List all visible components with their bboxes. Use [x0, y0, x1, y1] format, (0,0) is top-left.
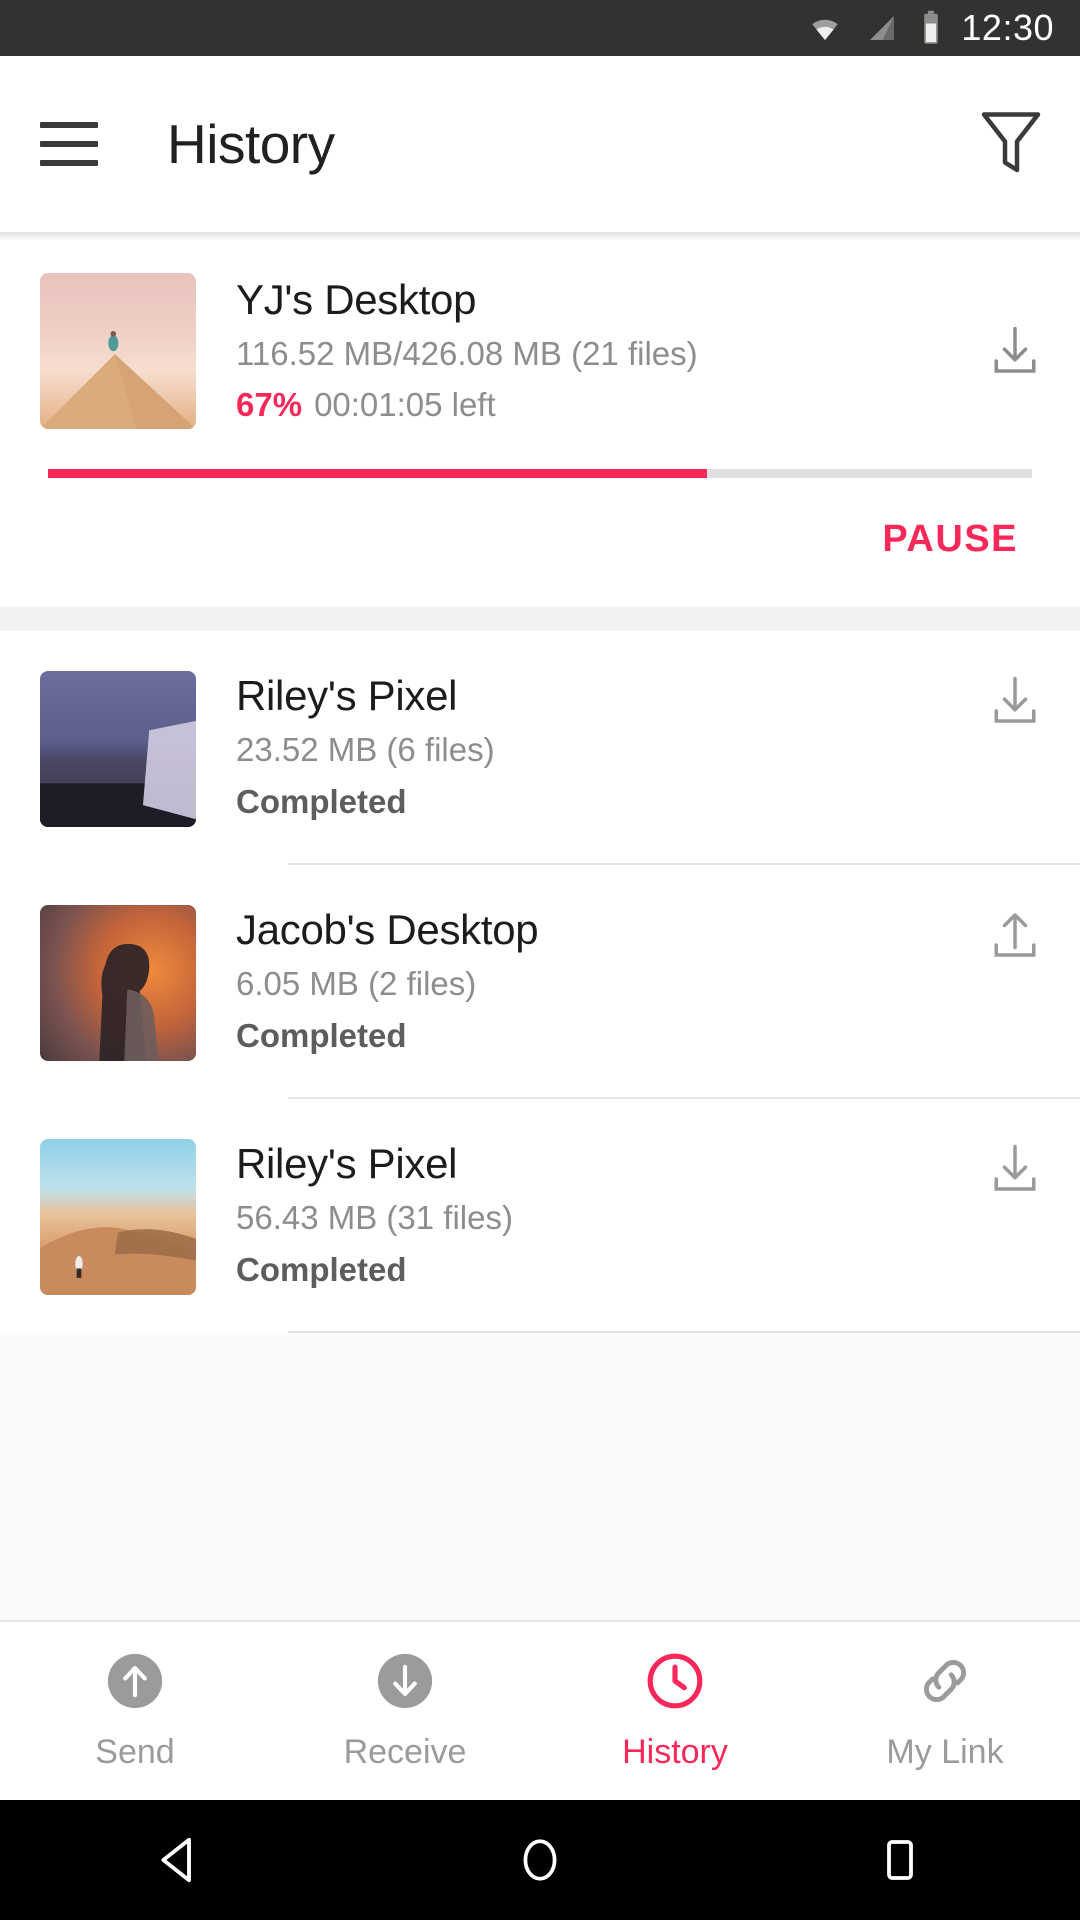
- status-bar: 12:30: [0, 0, 1080, 56]
- recents-square-icon[interactable]: [810, 1836, 990, 1884]
- download-circle-icon: [374, 1650, 436, 1717]
- clock-icon: [644, 1650, 706, 1717]
- nav-item-receive[interactable]: Receive: [270, 1622, 540, 1800]
- nav-label: History: [622, 1733, 728, 1771]
- transfer-info: Riley's Pixel 56.43 MB (31 files) Comple…: [196, 1139, 950, 1289]
- transfer-thumbnail: [40, 905, 196, 1061]
- app-screen: 12:30 History YJ's Desktop 116.52 MB/426…: [0, 0, 1080, 1920]
- transfer-info: Riley's Pixel 23.52 MB (6 files) Complet…: [196, 671, 950, 821]
- active-transfer-card[interactable]: YJ's Desktop 116.52 MB/426.08 MB (21 fil…: [0, 240, 1080, 607]
- transfer-direction-upload-icon[interactable]: [950, 905, 1080, 965]
- page-title: History: [167, 113, 335, 175]
- transfer-direction-download-icon[interactable]: [950, 1139, 1080, 1199]
- list-item[interactable]: Riley's Pixel 23.52 MB (6 files) Complet…: [0, 631, 1080, 865]
- status-bar-clock: 12:30: [961, 7, 1054, 48]
- transfer-status: Completed: [236, 1016, 407, 1054]
- transfer-direction-download-icon[interactable]: [950, 671, 1080, 731]
- wifi-icon: [805, 12, 845, 44]
- transfer-progress-bar: [48, 469, 1032, 478]
- section-divider: [0, 607, 1080, 631]
- active-transfer-actions: PAUSE: [0, 478, 1080, 607]
- transfer-size: 116.52 MB/426.08 MB (21 files): [236, 335, 698, 373]
- app-bar-shadow: [0, 232, 1080, 240]
- nav-label: Receive: [343, 1733, 467, 1771]
- link-icon: [914, 1650, 976, 1717]
- android-system-nav: [0, 1800, 1080, 1920]
- transfer-size: 56.43 MB (31 files): [236, 1199, 513, 1237]
- app-bar: History: [0, 56, 1080, 232]
- transfer-size: 6.05 MB (2 files): [236, 965, 477, 1003]
- nav-item-send[interactable]: Send: [0, 1622, 270, 1800]
- filter-icon[interactable]: [978, 106, 1044, 183]
- transfer-title: Jacob's Desktop: [236, 906, 539, 953]
- transfer-title: Riley's Pixel: [236, 672, 458, 719]
- home-circle-icon[interactable]: [450, 1835, 630, 1885]
- upload-circle-icon: [104, 1650, 166, 1717]
- transfer-thumbnail: [40, 1139, 196, 1295]
- transfer-status: Completed: [236, 782, 407, 820]
- back-triangle-icon[interactable]: [90, 1833, 270, 1887]
- hamburger-menu-icon[interactable]: [40, 122, 98, 166]
- list-item[interactable]: Riley's Pixel 56.43 MB (31 files) Comple…: [0, 1099, 1080, 1333]
- transfer-direction-download-icon[interactable]: [950, 273, 1080, 429]
- nav-label: Send: [95, 1733, 175, 1771]
- transfer-thumbnail: [40, 273, 196, 429]
- active-transfer-row[interactable]: YJ's Desktop 116.52 MB/426.08 MB (21 fil…: [0, 240, 1080, 429]
- nav-label: My Link: [886, 1733, 1004, 1771]
- active-transfer-info: YJ's Desktop 116.52 MB/426.08 MB (21 fil…: [196, 273, 950, 429]
- transfer-size: 23.52 MB (6 files): [236, 731, 495, 769]
- transfer-title: YJ's Desktop: [236, 276, 477, 323]
- list-divider: [288, 1331, 1080, 1333]
- transfer-history-list: Riley's Pixel 23.52 MB (6 files) Complet…: [0, 631, 1080, 1333]
- list-item[interactable]: Jacob's Desktop 6.05 MB (2 files) Comple…: [0, 865, 1080, 1099]
- transfer-progress-text: 67% 00:01:05 left: [236, 385, 950, 423]
- nav-item-my-link[interactable]: My Link: [810, 1622, 1080, 1800]
- transfer-title: Riley's Pixel: [236, 1140, 458, 1187]
- transfer-thumbnail: [40, 671, 196, 827]
- transfer-info: Jacob's Desktop 6.05 MB (2 files) Comple…: [196, 905, 950, 1055]
- transfer-progress-fill: [48, 469, 708, 478]
- transfer-eta: 00:01:05 left: [314, 385, 496, 423]
- bottom-navigation: Send Receive History My Link: [0, 1620, 1080, 1800]
- pause-button[interactable]: PAUSE: [882, 518, 1018, 561]
- transfer-status: Completed: [236, 1250, 407, 1288]
- nav-item-history[interactable]: History: [540, 1622, 810, 1800]
- transfer-percent: 67%: [236, 385, 303, 423]
- cellular-signal-icon: [863, 12, 901, 44]
- battery-icon: [919, 10, 943, 46]
